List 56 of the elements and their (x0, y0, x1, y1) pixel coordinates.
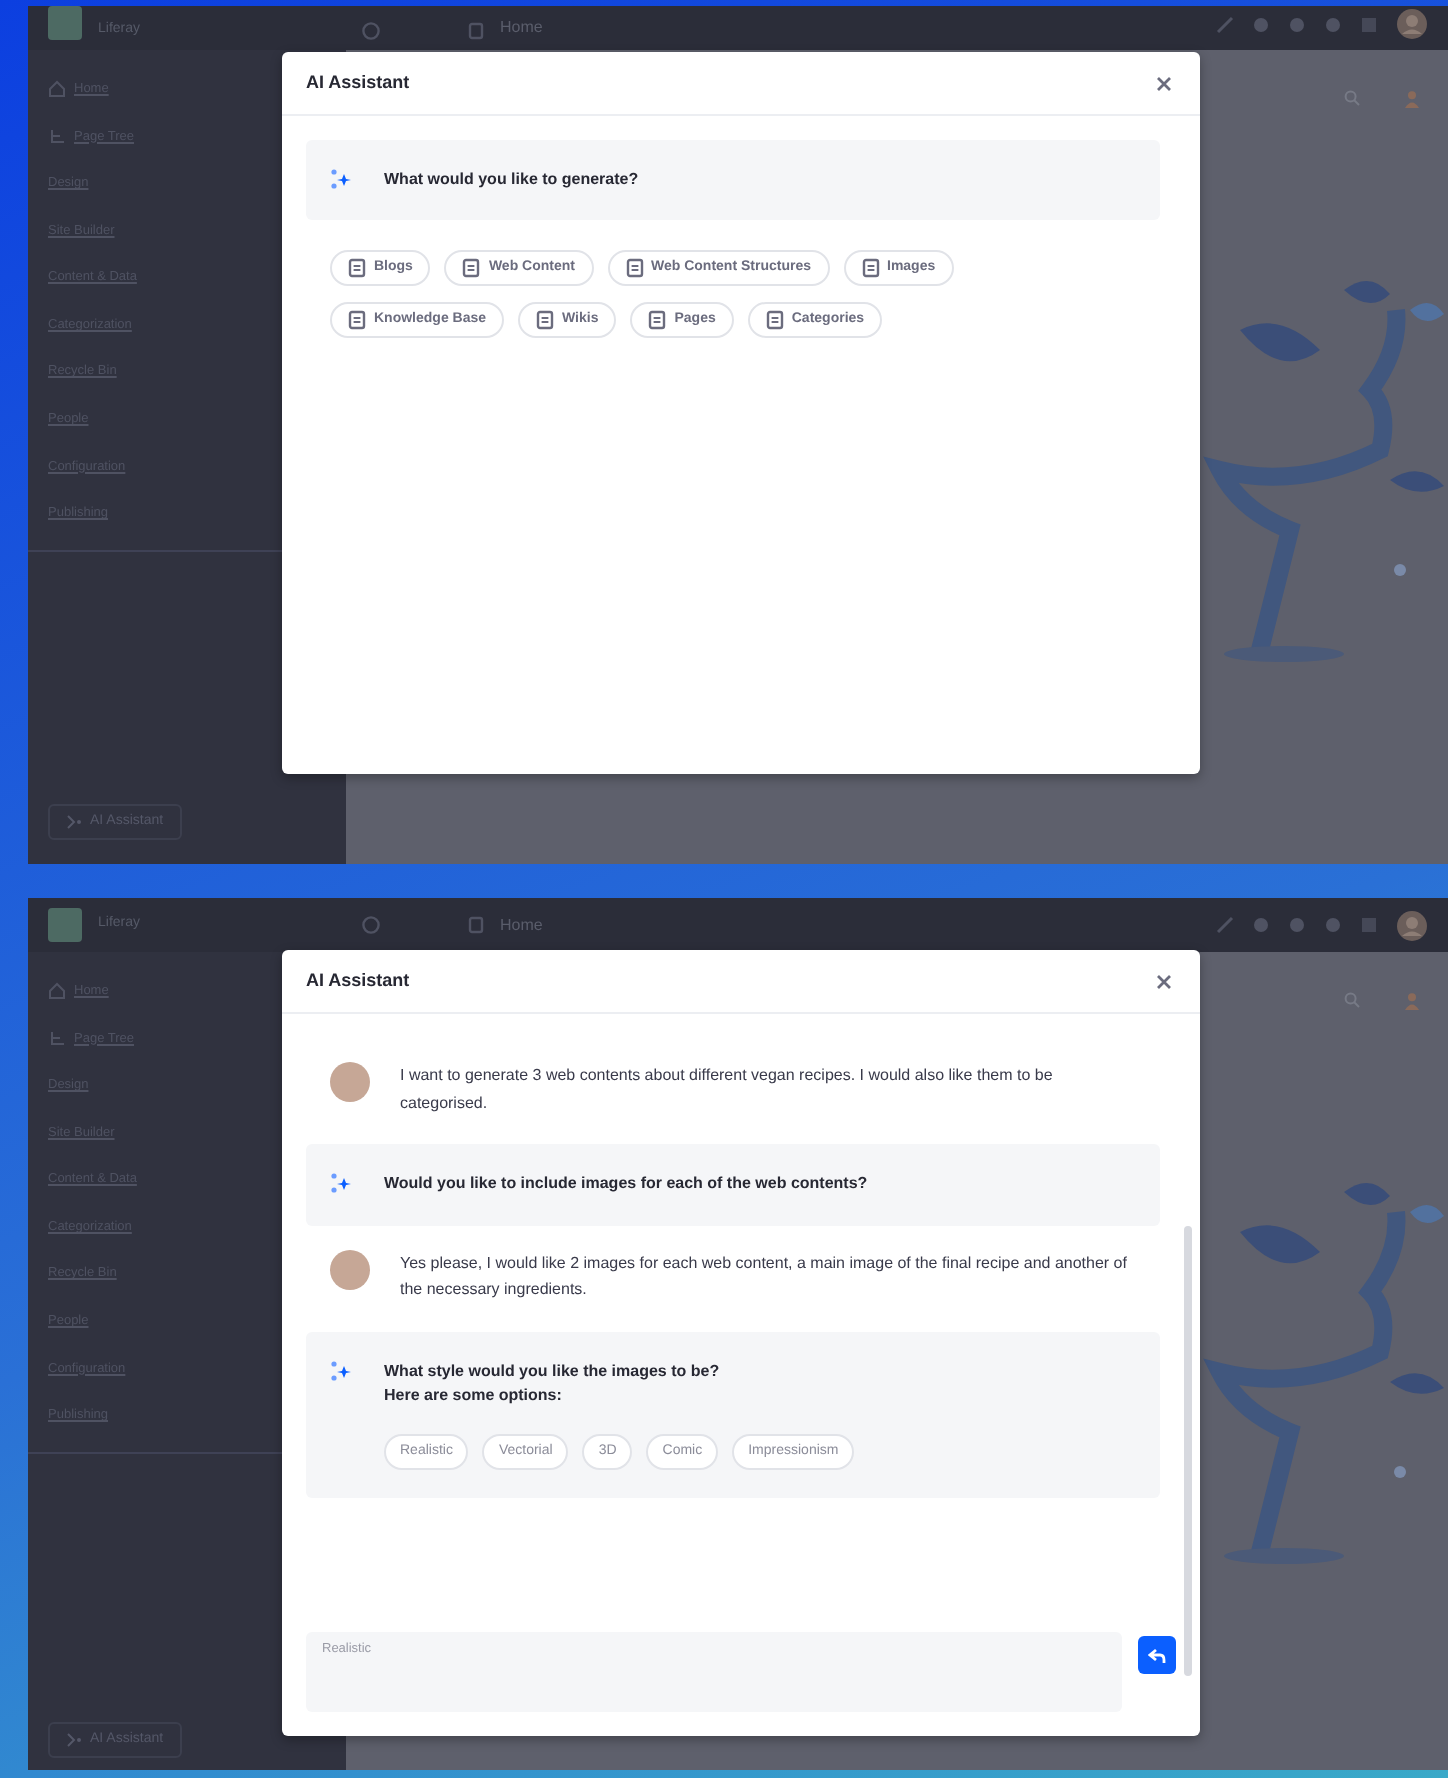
user-message: I want to generate 3 web contents about different vegan recipes. I would also like them to be categorised. (400, 1064, 1055, 1116)
sparkle-icon (66, 1731, 82, 1748)
user-message: Yes please, I would like 2 images for each web content, a main image of the final recipe and another of the necessary ingredients. (400, 1251, 1129, 1303)
assistant-message: What would you like to generate? (384, 168, 639, 192)
assistant-message: Here are some options: (384, 1384, 564, 1409)
circle-icon[interactable] (1252, 916, 1270, 934)
grid-icon[interactable] (1360, 916, 1378, 934)
assistant-message: What style would you like the images to be? (384, 1359, 722, 1384)
scrollbar-thumb[interactable] (1184, 1226, 1192, 1676)
search-icon[interactable] (1344, 992, 1360, 1008)
sparkle-icon (330, 1359, 352, 1382)
person-icon[interactable] (1404, 90, 1420, 108)
circle-icon[interactable] (1252, 15, 1270, 33)
close-icon (1156, 75, 1172, 91)
send-button[interactable] (1138, 1636, 1176, 1674)
tree-icon (48, 127, 66, 146)
close-icon (1156, 973, 1172, 989)
document-icon (861, 258, 879, 279)
avatar-icon[interactable] (1396, 8, 1428, 40)
avatar-circle (330, 1249, 370, 1290)
page-icon (468, 916, 485, 934)
compass-icon[interactable] (362, 22, 381, 40)
tree-icon (48, 1029, 66, 1048)
document-icon (348, 258, 366, 279)
document-icon (462, 258, 481, 279)
dialog-title: AI Assistant (306, 970, 410, 992)
document-icon (536, 310, 555, 331)
circle-icon[interactable] (1324, 15, 1342, 33)
document-icon (648, 310, 667, 331)
sparkle-icon (330, 168, 352, 190)
sparkle-icon (66, 813, 82, 830)
search-icon[interactable] (1344, 90, 1360, 106)
home-icon (48, 982, 66, 1001)
reply-icon (1148, 1647, 1166, 1663)
sparkle-icon (330, 1172, 352, 1195)
close-button[interactable] (1152, 973, 1176, 989)
page-icon (468, 22, 485, 40)
close-button[interactable] (1152, 75, 1176, 91)
avatar-circle (330, 1062, 370, 1102)
logo-icon[interactable] (48, 6, 82, 40)
home-icon (48, 80, 66, 99)
logo-icon[interactable] (48, 908, 82, 942)
circle-icon[interactable] (1288, 15, 1306, 33)
avatar-icon[interactable] (1396, 909, 1428, 941)
document-icon (625, 258, 643, 279)
circle-icon[interactable] (1288, 916, 1306, 934)
compass-icon[interactable] (362, 916, 381, 934)
dialog-title: AI Assistant (306, 72, 410, 94)
document-icon (348, 310, 366, 331)
person-icon[interactable] (1404, 992, 1420, 1010)
pencil-icon[interactable] (1216, 15, 1234, 33)
grid-icon[interactable] (1360, 15, 1378, 33)
assistant-message: Would you like to include images for each of the web contents? (384, 1172, 868, 1197)
document-icon (765, 310, 784, 331)
pencil-icon[interactable] (1216, 916, 1234, 934)
circle-icon[interactable] (1324, 916, 1342, 934)
